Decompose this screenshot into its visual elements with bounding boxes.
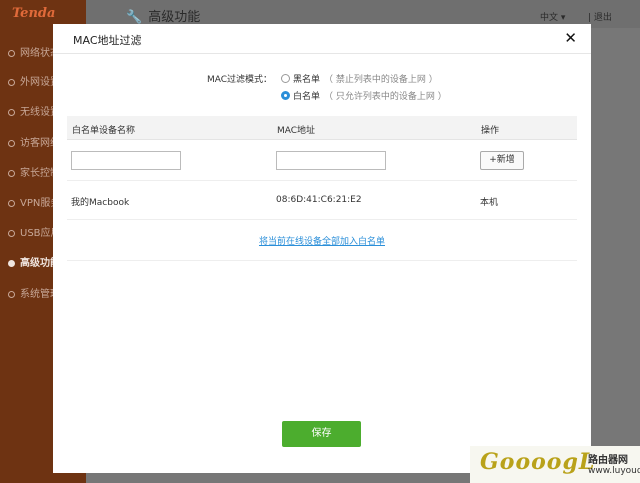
- mac-filter-dialog: MAC地址过滤 ✕ MAC过滤模式： 黑名单（ 禁止列表中的设备上网 ） 白名单…: [53, 24, 591, 473]
- radio-checked-icon[interactable]: [281, 91, 290, 100]
- circle-icon: [8, 260, 15, 267]
- logout-link[interactable]: | 退出: [588, 10, 612, 23]
- device-name-input[interactable]: [71, 151, 181, 170]
- circle-icon: [8, 140, 15, 147]
- add-all-online-link[interactable]: 将当前在线设备全部加入白名单: [53, 234, 591, 247]
- circle-icon: [8, 50, 15, 57]
- filter-mode-label: MAC过滤模式：: [207, 75, 273, 85]
- add-button[interactable]: +新增: [480, 151, 524, 170]
- watermark: GoooogL 路由器网 www.luyouqi.com: [470, 446, 640, 483]
- circle-icon: [8, 170, 15, 177]
- circle-icon: [8, 230, 15, 237]
- divider: [67, 260, 577, 261]
- page-title: 🔧 高级功能: [126, 10, 201, 25]
- save-button[interactable]: 保存: [282, 421, 361, 447]
- watermark-domain: www.luyouqi.com: [588, 466, 640, 476]
- circle-icon: [8, 291, 15, 298]
- watermark-title: 路由器网: [588, 455, 628, 466]
- mac-address-cell: 08:6D:41:C6:21:E2: [276, 195, 362, 205]
- dialog-title: MAC地址过滤: [73, 34, 142, 47]
- radio-unchecked-icon[interactable]: [281, 74, 290, 83]
- table-row: 我的Macbook 08:6D:41:C6:21:E2 本机: [67, 182, 577, 220]
- table-header: 白名单设备名称 MAC地址 操作: [67, 116, 577, 140]
- new-entry-row: +新增: [67, 141, 577, 181]
- radio-blacklist[interactable]: 黑名单（ 禁止列表中的设备上网 ）: [281, 72, 438, 85]
- dialog-header: MAC地址过滤 ✕: [53, 24, 591, 54]
- radio-whitelist[interactable]: 白名单（ 只允许列表中的设备上网 ）: [281, 89, 447, 102]
- watermark-logo: GoooogL: [480, 449, 596, 475]
- circle-icon: [8, 79, 15, 86]
- circle-icon: [8, 200, 15, 207]
- mac-address-input[interactable]: [276, 151, 386, 170]
- language-select[interactable]: 中文 ▾: [540, 10, 565, 23]
- action-cell: 本机: [480, 198, 499, 208]
- column-header-device-name: 白名单设备名称: [72, 126, 136, 136]
- wrench-icon: 🔧: [126, 10, 143, 25]
- column-header-action: 操作: [481, 126, 500, 136]
- close-icon[interactable]: ✕: [564, 29, 577, 47]
- chevron-down-icon: ▾: [560, 13, 566, 23]
- circle-icon: [8, 109, 15, 116]
- column-header-mac: MAC地址: [277, 126, 316, 136]
- tenda-logo: Tenda: [12, 6, 56, 21]
- device-name-cell: 我的Macbook: [71, 198, 130, 208]
